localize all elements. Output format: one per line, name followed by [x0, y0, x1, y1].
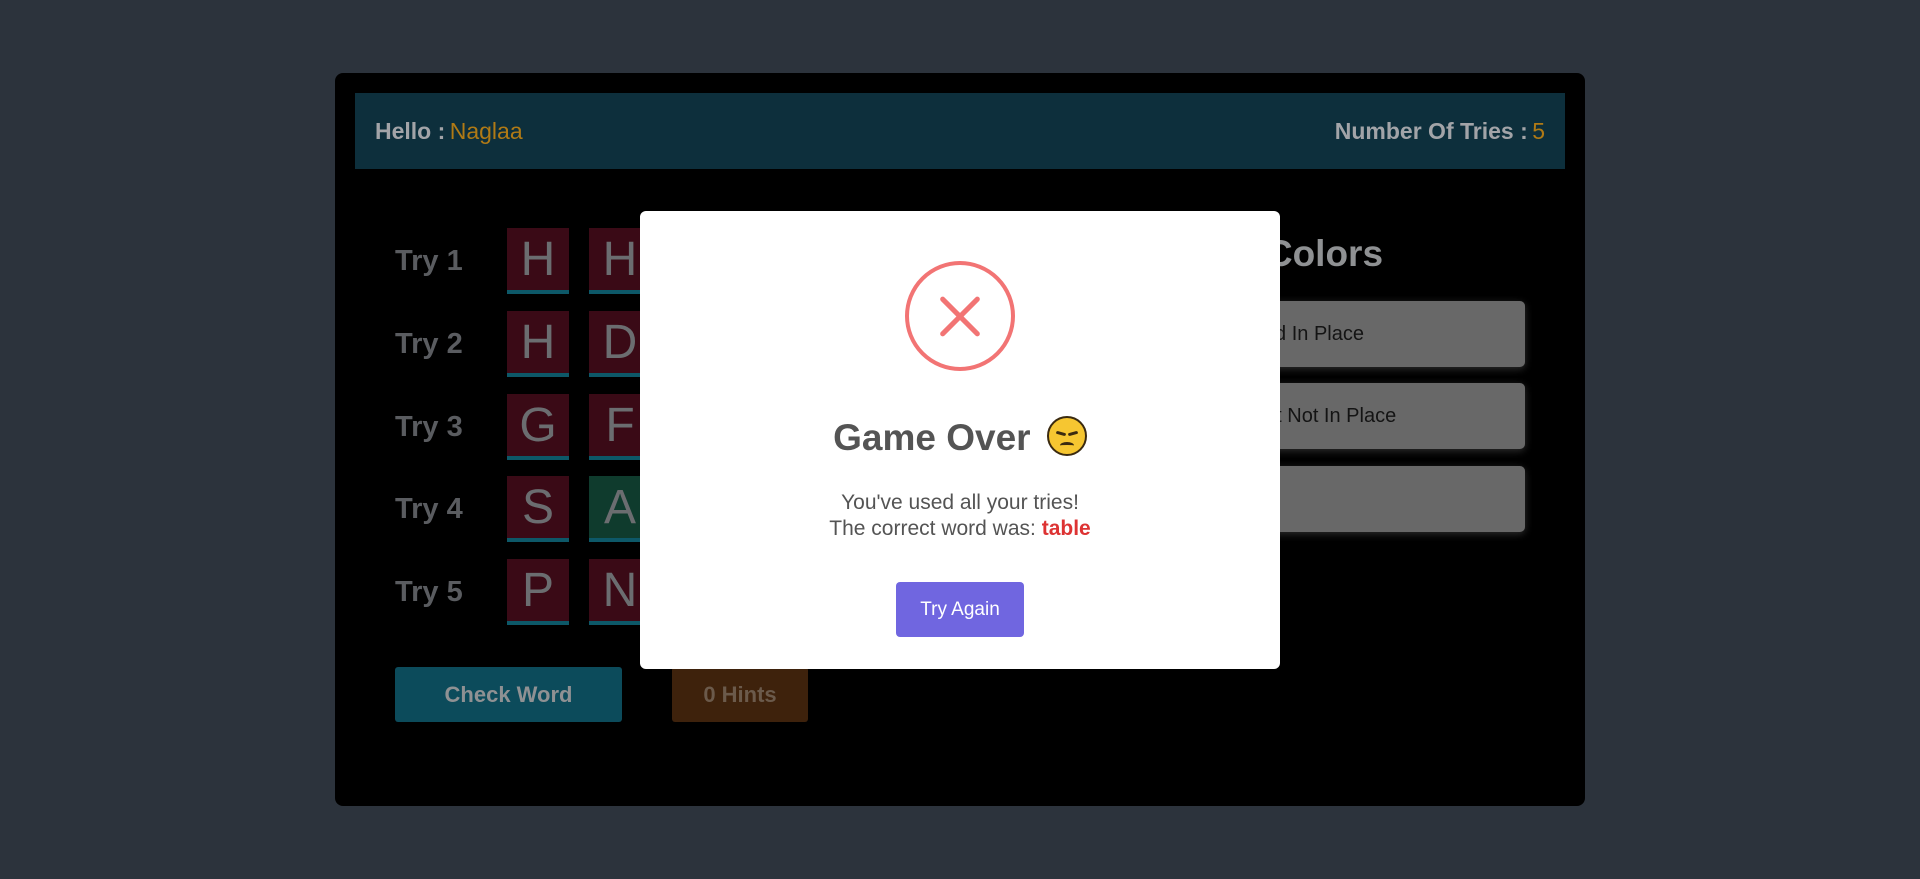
dialog-title-text: Game Over — [833, 417, 1031, 458]
answer-prefix: The correct word was: — [829, 517, 1036, 540]
dialog-answer-line: The correct word was: table — [640, 517, 1280, 541]
error-x-icon — [905, 261, 1015, 371]
dialog-message: You've used all your tries! — [841, 491, 1079, 514]
game-over-dialog: Game Over You've used all your tries! Th… — [640, 211, 1280, 669]
dialog-title: Game Over — [640, 416, 1280, 459]
try-again-button[interactable]: Try Again — [896, 582, 1024, 637]
pensive-face-icon — [1046, 416, 1087, 456]
correct-word: table — [1041, 517, 1091, 540]
